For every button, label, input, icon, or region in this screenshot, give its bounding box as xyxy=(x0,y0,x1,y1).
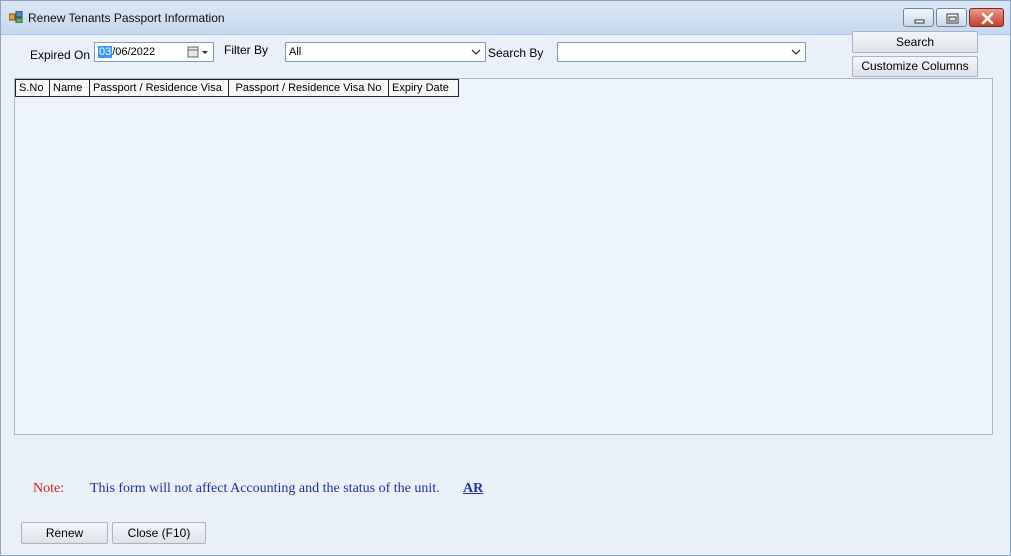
close-icon xyxy=(981,12,994,25)
filter-by-select[interactable]: All xyxy=(285,42,486,62)
search-button[interactable]: Search xyxy=(852,31,978,53)
filter-by-label: Filter By xyxy=(224,43,269,57)
date-day-segment[interactable]: 03 xyxy=(98,46,113,58)
note-label: Note: xyxy=(33,481,65,496)
title-bar: Renew Tenants Passport Information xyxy=(1,1,1010,35)
filter-by-value: All xyxy=(289,46,302,58)
window-title: Renew Tenants Passport Information xyxy=(28,11,225,25)
minimize-icon xyxy=(914,19,925,24)
note-text: This form will not affect Accounting and… xyxy=(90,481,440,496)
chevron-down-icon xyxy=(471,49,481,55)
app-icon xyxy=(8,10,23,24)
tenants-grid[interactable]: S.No Name Passport / Residence Visa Pass… xyxy=(14,78,993,435)
ar-link[interactable]: AR xyxy=(463,481,483,497)
renew-passport-window: Renew Tenants Passport Information Expir… xyxy=(0,0,1011,556)
maximize-icon xyxy=(946,13,959,24)
expired-on-label: Expired On xyxy=(30,48,91,62)
calendar-icon[interactable] xyxy=(187,46,211,58)
customize-columns-button[interactable]: Customize Columns xyxy=(852,56,978,77)
column-header-sno[interactable]: S.No xyxy=(15,79,50,97)
date-rest-segment: /06/2022 xyxy=(112,46,156,58)
column-header-passport-residence-visa-no[interactable]: Passport / Residence Visa No xyxy=(229,79,389,97)
column-header-expiry-date[interactable]: Expiry Date xyxy=(389,79,459,97)
grid-header-row: S.No Name Passport / Residence Visa Pass… xyxy=(15,79,459,97)
close-button[interactable]: Close (F10) xyxy=(112,522,206,544)
close-window-button[interactable] xyxy=(969,8,1004,27)
search-by-select[interactable] xyxy=(557,42,806,62)
expired-on-date-picker[interactable]: 03/06/2022 xyxy=(94,42,214,62)
column-header-name[interactable]: Name xyxy=(50,79,90,97)
search-by-label: Search By xyxy=(488,46,544,60)
chevron-down-icon xyxy=(791,49,801,55)
column-header-passport-residence-visa[interactable]: Passport / Residence Visa xyxy=(90,79,229,97)
renew-button[interactable]: Renew xyxy=(21,522,108,544)
minimize-button[interactable] xyxy=(903,8,934,27)
maximize-button[interactable] xyxy=(936,8,967,27)
